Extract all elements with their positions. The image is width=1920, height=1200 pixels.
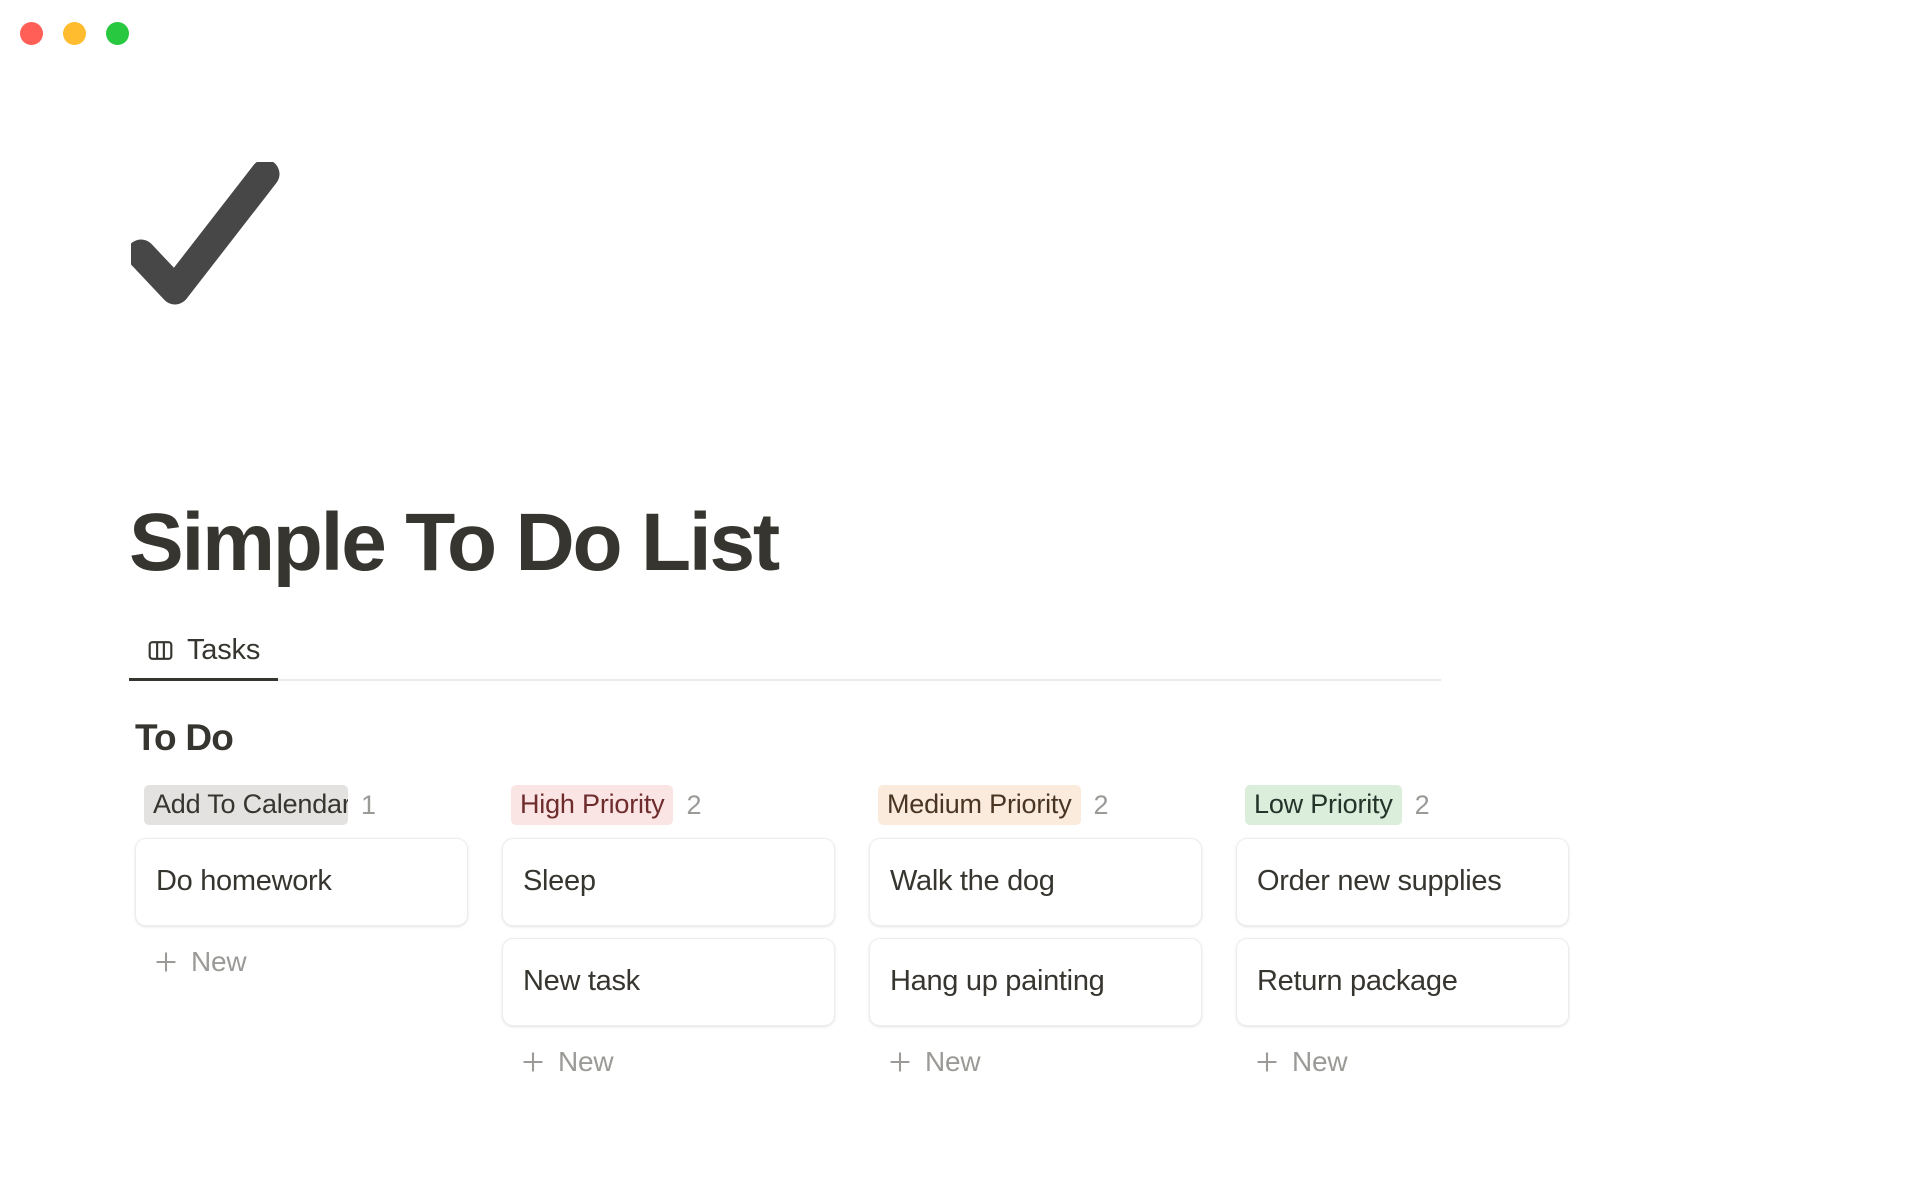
- task-card-title: Sleep: [523, 865, 596, 898]
- new-task-label: New: [1292, 1046, 1348, 1077]
- board-column-add-to-calendar: Add To Calendar 1 Do homework New: [135, 784, 468, 990]
- task-card-title: Order new supplies: [1257, 865, 1502, 898]
- column-header[interactable]: Low Priority 2: [1236, 784, 1569, 826]
- card-list: Do homework: [135, 838, 468, 926]
- task-card[interactable]: Order new supplies: [1236, 838, 1569, 926]
- status-badge: Add To Calendar: [144, 785, 348, 825]
- kanban-board: Add To Calendar 1 Do homework New High P…: [135, 784, 1920, 1200]
- card-list: Walk the dog Hang up painting: [869, 838, 1202, 1026]
- board-column-low-priority: Low Priority 2 Order new supplies Return…: [1236, 784, 1569, 1090]
- column-header[interactable]: High Priority 2: [502, 784, 835, 826]
- new-task-label: New: [558, 1046, 614, 1077]
- column-count: 1: [361, 789, 377, 820]
- plus-icon: [153, 949, 179, 975]
- status-badge: Low Priority: [1245, 785, 1402, 825]
- board-column-high-priority: High Priority 2 Sleep New task New: [502, 784, 835, 1090]
- task-card[interactable]: Hang up painting: [869, 938, 1202, 1026]
- board-column-medium-priority: Medium Priority 2 Walk the dog Hang up p…: [869, 784, 1202, 1090]
- group-title: To Do: [135, 717, 234, 758]
- task-card[interactable]: Do homework: [135, 838, 468, 926]
- new-task-label: New: [191, 946, 247, 977]
- task-card-title: New task: [523, 965, 640, 998]
- card-list: Sleep New task: [502, 838, 835, 1026]
- close-window-button[interactable]: [20, 22, 43, 45]
- task-card[interactable]: Walk the dog: [869, 838, 1202, 926]
- column-count: 2: [1093, 789, 1109, 820]
- column-header[interactable]: Medium Priority 2: [869, 784, 1202, 826]
- new-task-button[interactable]: New: [135, 934, 468, 990]
- tab-tasks-label: Tasks: [187, 634, 261, 666]
- card-list: Order new supplies Return package: [1236, 838, 1569, 1026]
- status-badge: Medium Priority: [878, 785, 1081, 825]
- checkmark-icon[interactable]: [131, 162, 281, 312]
- traffic-lights: [20, 22, 129, 45]
- window-titlebar: [0, 0, 1920, 62]
- task-card-title: Do homework: [156, 865, 332, 898]
- task-card[interactable]: Return package: [1236, 938, 1569, 1026]
- task-card-title: Return package: [1257, 965, 1458, 998]
- new-task-button[interactable]: New: [869, 1034, 1202, 1090]
- column-header[interactable]: Add To Calendar 1: [135, 784, 468, 826]
- task-card[interactable]: New task: [502, 938, 835, 1026]
- plus-icon: [520, 1049, 546, 1075]
- column-count: 2: [1414, 789, 1430, 820]
- app-window: Simple To Do List Tasks To Do Add To Cal…: [0, 0, 1920, 1200]
- new-task-label: New: [925, 1046, 981, 1077]
- status-badge: High Priority: [511, 785, 674, 825]
- board-view-icon: [147, 637, 174, 664]
- tab-tasks[interactable]: Tasks: [129, 623, 279, 681]
- task-card-title: Walk the dog: [890, 865, 1055, 898]
- task-card-title: Hang up painting: [890, 965, 1105, 998]
- page-title: Simple To Do List: [129, 497, 780, 588]
- new-task-button[interactable]: New: [1236, 1034, 1569, 1090]
- minimize-window-button[interactable]: [63, 22, 86, 45]
- view-tabbar: Tasks: [129, 623, 1441, 681]
- new-task-button[interactable]: New: [502, 1034, 835, 1090]
- column-count: 2: [686, 789, 702, 820]
- task-card[interactable]: Sleep: [502, 838, 835, 926]
- maximize-window-button[interactable]: [106, 22, 129, 45]
- page-content: Simple To Do List Tasks To Do Add To Cal…: [0, 62, 1920, 1200]
- plus-icon: [1254, 1049, 1280, 1075]
- plus-icon: [887, 1049, 913, 1075]
